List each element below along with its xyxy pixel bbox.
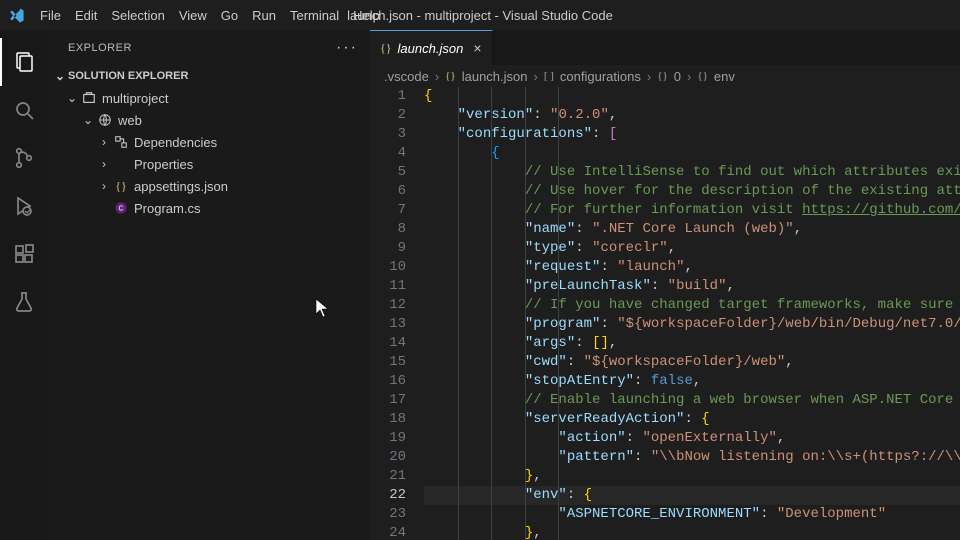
code-line[interactable]: "version": "0.2.0", bbox=[424, 106, 960, 125]
activity-testing-icon[interactable] bbox=[0, 278, 48, 326]
menu-view[interactable]: View bbox=[172, 0, 214, 30]
chevron-down-icon: ⌄ bbox=[52, 69, 68, 83]
code-line[interactable]: "action": "openExternally", bbox=[424, 429, 960, 448]
chevron-right-icon: › bbox=[96, 179, 112, 193]
chevron-right-icon: › bbox=[96, 157, 112, 171]
menu-selection[interactable]: Selection bbox=[104, 0, 171, 30]
breadcrumb-segment[interactable]: env bbox=[714, 69, 735, 84]
breadcrumb-segment[interactable]: .vscode bbox=[384, 69, 429, 84]
code-line[interactable]: // Use IntelliSense to find out which at… bbox=[424, 163, 960, 182]
explorer-sidebar: EXPLORER ··· ⌄ SOLUTION EXPLORER ⌄ multi… bbox=[48, 30, 370, 540]
activity-explorer-icon[interactable] bbox=[0, 38, 48, 86]
code-line[interactable]: "type": "coreclr", bbox=[424, 239, 960, 258]
tree-folder-web[interactable]: ⌄ web bbox=[48, 109, 370, 131]
menu-bar: FileEditSelectionViewGoRunTerminalHelp l… bbox=[0, 0, 960, 30]
object-icon: {} bbox=[657, 70, 668, 82]
menu-help[interactable]: Help bbox=[346, 0, 387, 30]
chevron-right-icon: › bbox=[96, 135, 112, 149]
code-line[interactable]: }, bbox=[424, 467, 960, 486]
breadcrumb-segment[interactable]: configurations bbox=[560, 69, 641, 84]
code-line[interactable]: "configurations": [ bbox=[424, 125, 960, 144]
code-line[interactable]: "preLaunchTask": "build", bbox=[424, 277, 960, 296]
code-body[interactable]: { "version": "0.2.0", "configurations": … bbox=[424, 87, 960, 540]
tree-label: Dependencies bbox=[134, 135, 217, 150]
chevron-right-icon: › bbox=[435, 69, 439, 84]
code-line[interactable]: "stopAtEntry": false, bbox=[424, 372, 960, 391]
object-icon: {} bbox=[697, 70, 708, 82]
tree-label: Program.cs bbox=[134, 201, 200, 216]
menu-run[interactable]: Run bbox=[245, 0, 283, 30]
code-line[interactable]: "name": ".NET Core Launch (web)", bbox=[424, 220, 960, 239]
tab-label: launch.json bbox=[398, 41, 464, 56]
json-file-icon: {} bbox=[445, 70, 456, 82]
code-line[interactable]: // For further information visit https:/… bbox=[424, 201, 960, 220]
tree-label: Properties bbox=[134, 157, 193, 172]
activity-run-debug-icon[interactable] bbox=[0, 182, 48, 230]
json-file-icon: {} bbox=[112, 179, 130, 194]
code-line[interactable]: "cwd": "${workspaceFolder}/web", bbox=[424, 353, 960, 372]
tree-item-appsettings[interactable]: › {} appsettings.json bbox=[48, 175, 370, 197]
svg-text:C: C bbox=[118, 206, 123, 213]
solution-icon bbox=[80, 91, 98, 105]
globe-icon bbox=[96, 113, 114, 127]
code-line[interactable]: "ASPNETCORE_ENVIRONMENT": "Development" bbox=[424, 505, 960, 524]
code-line[interactable]: // Use hover for the description of the … bbox=[424, 182, 960, 201]
tree-label: web bbox=[118, 113, 142, 128]
tree-project[interactable]: ⌄ multiproject bbox=[48, 87, 370, 109]
vscode-logo-icon bbox=[8, 7, 25, 24]
csharp-file-icon: C bbox=[112, 201, 130, 215]
code-line[interactable]: // If you have changed target frameworks… bbox=[424, 296, 960, 315]
code-line[interactable]: "program": "${workspaceFolder}/web/bin/D… bbox=[424, 315, 960, 334]
code-line[interactable]: "args": [], bbox=[424, 334, 960, 353]
file-tree: ⌄ multiproject ⌄ web › Dependencies bbox=[48, 87, 370, 219]
dependencies-icon bbox=[112, 135, 130, 149]
line-number-gutter: 123456789101112131415161718192021222324 bbox=[370, 87, 424, 540]
code-line[interactable]: "pattern": "\\bNow listening on:\\s+(htt… bbox=[424, 448, 960, 467]
sidebar-more-icon[interactable]: ··· bbox=[336, 39, 358, 57]
code-line[interactable]: { bbox=[424, 144, 960, 163]
sidebar-title: EXPLORER bbox=[68, 42, 132, 54]
tree-label: appsettings.json bbox=[134, 179, 228, 194]
chevron-right-icon: › bbox=[687, 69, 691, 84]
chevron-down-icon: ⌄ bbox=[80, 113, 96, 127]
menu-edit[interactable]: Edit bbox=[68, 0, 104, 30]
tree-item-program[interactable]: C Program.cs bbox=[48, 197, 370, 219]
activity-extensions-icon[interactable] bbox=[0, 230, 48, 278]
json-file-icon: {} bbox=[380, 41, 392, 56]
code-line[interactable]: "env": { bbox=[424, 486, 960, 505]
array-icon: [ ] bbox=[544, 70, 554, 82]
activity-bar bbox=[0, 30, 48, 540]
chevron-right-icon: › bbox=[647, 69, 651, 84]
code-line[interactable]: }, bbox=[424, 524, 960, 540]
section-label: SOLUTION EXPLORER bbox=[68, 70, 188, 82]
menu-terminal[interactable]: Terminal bbox=[283, 0, 346, 30]
code-line[interactable]: // Enable launching a web browser when A… bbox=[424, 391, 960, 410]
blank-icon bbox=[96, 201, 112, 215]
tree-item-dependencies[interactable]: › Dependencies bbox=[48, 131, 370, 153]
activity-source-control-icon[interactable] bbox=[0, 134, 48, 182]
tree-label: multiproject bbox=[102, 91, 168, 106]
menu-file[interactable]: File bbox=[33, 0, 68, 30]
menu-go[interactable]: Go bbox=[214, 0, 245, 30]
editor-tab-bar: {} launch.json × bbox=[370, 30, 960, 65]
code-line[interactable]: "request": "launch", bbox=[424, 258, 960, 277]
tab-launch-json[interactable]: {} launch.json × bbox=[370, 30, 493, 65]
chevron-down-icon: ⌄ bbox=[64, 91, 80, 105]
editor-area: {} launch.json × .vscode › {} launch.jso… bbox=[370, 30, 960, 540]
code-line[interactable]: "serverReadyAction": { bbox=[424, 410, 960, 429]
chevron-right-icon: › bbox=[534, 69, 538, 84]
solution-explorer-section[interactable]: ⌄ SOLUTION EXPLORER bbox=[48, 65, 370, 87]
code-line[interactable]: { bbox=[424, 87, 960, 106]
breadcrumb-segment[interactable]: 0 bbox=[674, 69, 681, 84]
activity-search-icon[interactable] bbox=[0, 86, 48, 134]
breadcrumb-segment[interactable]: launch.json bbox=[462, 69, 528, 84]
tree-item-properties[interactable]: › Properties bbox=[48, 153, 370, 175]
breadcrumb[interactable]: .vscode › {} launch.json › [ ] configura… bbox=[370, 65, 960, 87]
close-icon[interactable]: × bbox=[473, 40, 481, 56]
code-editor[interactable]: 123456789101112131415161718192021222324 … bbox=[370, 87, 960, 540]
